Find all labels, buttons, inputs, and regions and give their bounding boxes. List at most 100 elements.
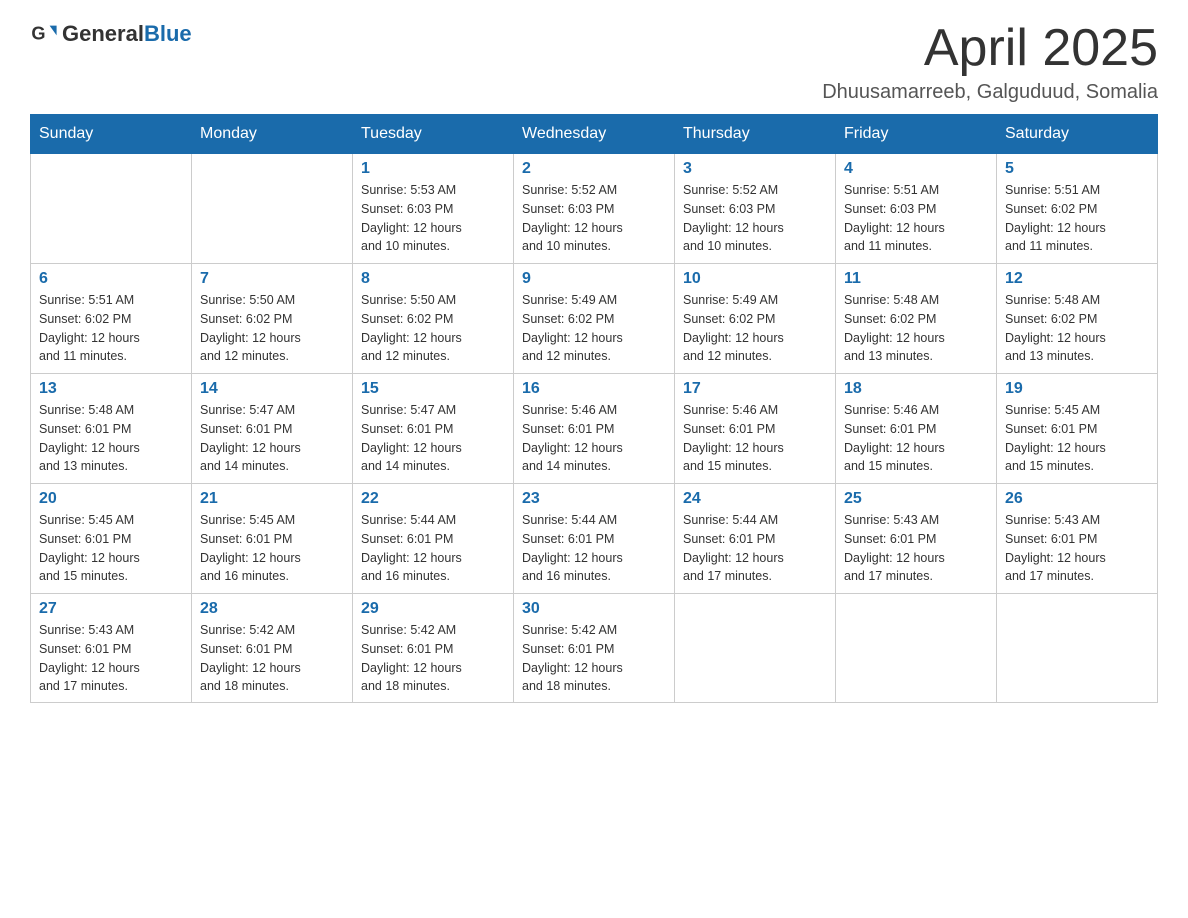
day-info: Sunrise: 5:42 AM Sunset: 6:01 PM Dayligh… bbox=[361, 621, 505, 696]
day-info: Sunrise: 5:51 AM Sunset: 6:03 PM Dayligh… bbox=[844, 181, 988, 256]
calendar-week-3: 13 Sunrise: 5:48 AM Sunset: 6:01 PM Dayli… bbox=[31, 374, 1158, 484]
day-info: Sunrise: 5:48 AM Sunset: 6:02 PM Dayligh… bbox=[1005, 291, 1149, 366]
calendar-cell: 1 Sunrise: 5:53 AM Sunset: 6:03 PM Daylig… bbox=[353, 154, 514, 264]
logo-icon: G bbox=[30, 20, 58, 48]
day-info: Sunrise: 5:42 AM Sunset: 6:01 PM Dayligh… bbox=[522, 621, 666, 696]
weekday-header-friday: Friday bbox=[836, 115, 997, 154]
day-number: 15 bbox=[361, 380, 505, 398]
day-number: 25 bbox=[844, 490, 988, 508]
day-info: Sunrise: 5:45 AM Sunset: 6:01 PM Dayligh… bbox=[1005, 401, 1149, 476]
day-number: 4 bbox=[844, 160, 988, 178]
logo: G GeneralBlue bbox=[30, 20, 192, 48]
calendar-cell: 3Sunrise: 5:52 AM Sunset: 6:03 PM Daylig… bbox=[675, 154, 836, 264]
calendar-cell: 23 Sunrise: 5:44 AM Sunset: 6:01 PM Dayli… bbox=[514, 484, 675, 594]
day-number: 10 bbox=[683, 270, 827, 288]
day-number: 11 bbox=[844, 270, 988, 288]
weekday-header-wednesday: Wednesday bbox=[514, 115, 675, 154]
day-number: 19 bbox=[1005, 380, 1149, 398]
day-info: Sunrise: 5:48 AM Sunset: 6:02 PM Dayligh… bbox=[844, 291, 988, 366]
calendar-cell: 16 Sunrise: 5:46 AM Sunset: 6:01 PM Dayli… bbox=[514, 374, 675, 484]
weekday-header-tuesday: Tuesday bbox=[353, 115, 514, 154]
calendar-cell: 30 Sunrise: 5:42 AM Sunset: 6:01 PM Dayli… bbox=[514, 594, 675, 703]
location-subtitle: Dhuusamarreeb, Galguduud, Somalia bbox=[822, 81, 1158, 104]
day-info: Sunrise: 5:46 AM Sunset: 6:01 PM Dayligh… bbox=[683, 401, 827, 476]
day-number: 1 bbox=[361, 160, 505, 178]
calendar-week-2: 6 Sunrise: 5:51 AM Sunset: 6:02 PM Daylig… bbox=[31, 264, 1158, 374]
calendar-cell: 5Sunrise: 5:51 AM Sunset: 6:02 PM Daylig… bbox=[997, 154, 1158, 264]
logo-general-text: General bbox=[62, 21, 144, 46]
weekday-header-row: SundayMondayTuesdayWednesdayThursdayFrid… bbox=[31, 115, 1158, 154]
calendar-week-4: 20 Sunrise: 5:45 AM Sunset: 6:01 PM Dayli… bbox=[31, 484, 1158, 594]
weekday-header-monday: Monday bbox=[192, 115, 353, 154]
day-info: Sunrise: 5:44 AM Sunset: 6:01 PM Dayligh… bbox=[522, 511, 666, 586]
calendar-cell: 7Sunrise: 5:50 AM Sunset: 6:02 PM Daylig… bbox=[192, 264, 353, 374]
calendar-cell: 22Sunrise: 5:44 AM Sunset: 6:01 PM Dayli… bbox=[353, 484, 514, 594]
day-info: Sunrise: 5:50 AM Sunset: 6:02 PM Dayligh… bbox=[361, 291, 505, 366]
calendar-cell: 13 Sunrise: 5:48 AM Sunset: 6:01 PM Dayli… bbox=[31, 374, 192, 484]
logo-blue-text: Blue bbox=[144, 21, 192, 46]
day-info: Sunrise: 5:43 AM Sunset: 6:01 PM Dayligh… bbox=[39, 621, 183, 696]
day-number: 14 bbox=[200, 380, 344, 398]
day-info: Sunrise: 5:43 AM Sunset: 6:01 PM Dayligh… bbox=[844, 511, 988, 586]
day-info: Sunrise: 5:46 AM Sunset: 6:01 PM Dayligh… bbox=[522, 401, 666, 476]
day-info: Sunrise: 5:47 AM Sunset: 6:01 PM Dayligh… bbox=[361, 401, 505, 476]
calendar-cell: 19 Sunrise: 5:45 AM Sunset: 6:01 PM Dayli… bbox=[997, 374, 1158, 484]
day-number: 23 bbox=[522, 490, 666, 508]
day-number: 16 bbox=[522, 380, 666, 398]
day-info: Sunrise: 5:48 AM Sunset: 6:01 PM Dayligh… bbox=[39, 401, 183, 476]
calendar-cell: 10 Sunrise: 5:49 AM Sunset: 6:02 PM Dayli… bbox=[675, 264, 836, 374]
day-info: Sunrise: 5:53 AM Sunset: 6:03 PM Dayligh… bbox=[361, 181, 505, 256]
calendar-cell: 21 Sunrise: 5:45 AM Sunset: 6:01 PM Dayli… bbox=[192, 484, 353, 594]
page-header: G GeneralBlue April 2025 Dhuusamarreeb, … bbox=[30, 20, 1158, 104]
calendar-cell: 24 Sunrise: 5:44 AM Sunset: 6:01 PM Dayli… bbox=[675, 484, 836, 594]
day-number: 8 bbox=[361, 270, 505, 288]
calendar-cell: 4 Sunrise: 5:51 AM Sunset: 6:03 PM Daylig… bbox=[836, 154, 997, 264]
calendar-cell: 15 Sunrise: 5:47 AM Sunset: 6:01 PM Dayli… bbox=[353, 374, 514, 484]
day-number: 9 bbox=[522, 270, 666, 288]
calendar-cell bbox=[997, 594, 1158, 703]
day-info: Sunrise: 5:47 AM Sunset: 6:01 PM Dayligh… bbox=[200, 401, 344, 476]
calendar-cell bbox=[675, 594, 836, 703]
day-number: 13 bbox=[39, 380, 183, 398]
calendar-cell: 26Sunrise: 5:43 AM Sunset: 6:01 PM Dayli… bbox=[997, 484, 1158, 594]
calendar-cell bbox=[836, 594, 997, 703]
day-number: 18 bbox=[844, 380, 988, 398]
day-info: Sunrise: 5:50 AM Sunset: 6:02 PM Dayligh… bbox=[200, 291, 344, 366]
day-number: 20 bbox=[39, 490, 183, 508]
day-number: 2 bbox=[522, 160, 666, 178]
day-number: 30 bbox=[522, 600, 666, 618]
weekday-header-thursday: Thursday bbox=[675, 115, 836, 154]
day-number: 21 bbox=[200, 490, 344, 508]
day-info: Sunrise: 5:44 AM Sunset: 6:01 PM Dayligh… bbox=[683, 511, 827, 586]
month-title: April 2025 bbox=[822, 20, 1158, 77]
day-info: Sunrise: 5:45 AM Sunset: 6:01 PM Dayligh… bbox=[39, 511, 183, 586]
day-info: Sunrise: 5:46 AM Sunset: 6:01 PM Dayligh… bbox=[844, 401, 988, 476]
calendar-table: SundayMondayTuesdayWednesdayThursdayFrid… bbox=[30, 114, 1158, 703]
calendar-cell: 29Sunrise: 5:42 AM Sunset: 6:01 PM Dayli… bbox=[353, 594, 514, 703]
day-info: Sunrise: 5:49 AM Sunset: 6:02 PM Dayligh… bbox=[683, 291, 827, 366]
calendar-cell bbox=[31, 154, 192, 264]
calendar-cell: 9 Sunrise: 5:49 AM Sunset: 6:02 PM Daylig… bbox=[514, 264, 675, 374]
day-info: Sunrise: 5:49 AM Sunset: 6:02 PM Dayligh… bbox=[522, 291, 666, 366]
calendar-cell: 14 Sunrise: 5:47 AM Sunset: 6:01 PM Dayli… bbox=[192, 374, 353, 484]
day-number: 26 bbox=[1005, 490, 1149, 508]
calendar-cell: 27Sunrise: 5:43 AM Sunset: 6:01 PM Dayli… bbox=[31, 594, 192, 703]
day-number: 28 bbox=[200, 600, 344, 618]
day-number: 3 bbox=[683, 160, 827, 178]
day-number: 24 bbox=[683, 490, 827, 508]
day-number: 22 bbox=[361, 490, 505, 508]
calendar-week-5: 27Sunrise: 5:43 AM Sunset: 6:01 PM Dayli… bbox=[31, 594, 1158, 703]
day-number: 5 bbox=[1005, 160, 1149, 178]
day-info: Sunrise: 5:51 AM Sunset: 6:02 PM Dayligh… bbox=[39, 291, 183, 366]
day-info: Sunrise: 5:45 AM Sunset: 6:01 PM Dayligh… bbox=[200, 511, 344, 586]
calendar-cell: 20 Sunrise: 5:45 AM Sunset: 6:01 PM Dayli… bbox=[31, 484, 192, 594]
calendar-cell: 6 Sunrise: 5:51 AM Sunset: 6:02 PM Daylig… bbox=[31, 264, 192, 374]
calendar-cell: 11 Sunrise: 5:48 AM Sunset: 6:02 PM Dayli… bbox=[836, 264, 997, 374]
day-number: 6 bbox=[39, 270, 183, 288]
calendar-cell: 28Sunrise: 5:42 AM Sunset: 6:01 PM Dayli… bbox=[192, 594, 353, 703]
calendar-cell bbox=[192, 154, 353, 264]
calendar-cell: 12 Sunrise: 5:48 AM Sunset: 6:02 PM Dayli… bbox=[997, 264, 1158, 374]
day-info: Sunrise: 5:52 AM Sunset: 6:03 PM Dayligh… bbox=[522, 181, 666, 256]
calendar-cell: 8 Sunrise: 5:50 AM Sunset: 6:02 PM Daylig… bbox=[353, 264, 514, 374]
day-number: 12 bbox=[1005, 270, 1149, 288]
